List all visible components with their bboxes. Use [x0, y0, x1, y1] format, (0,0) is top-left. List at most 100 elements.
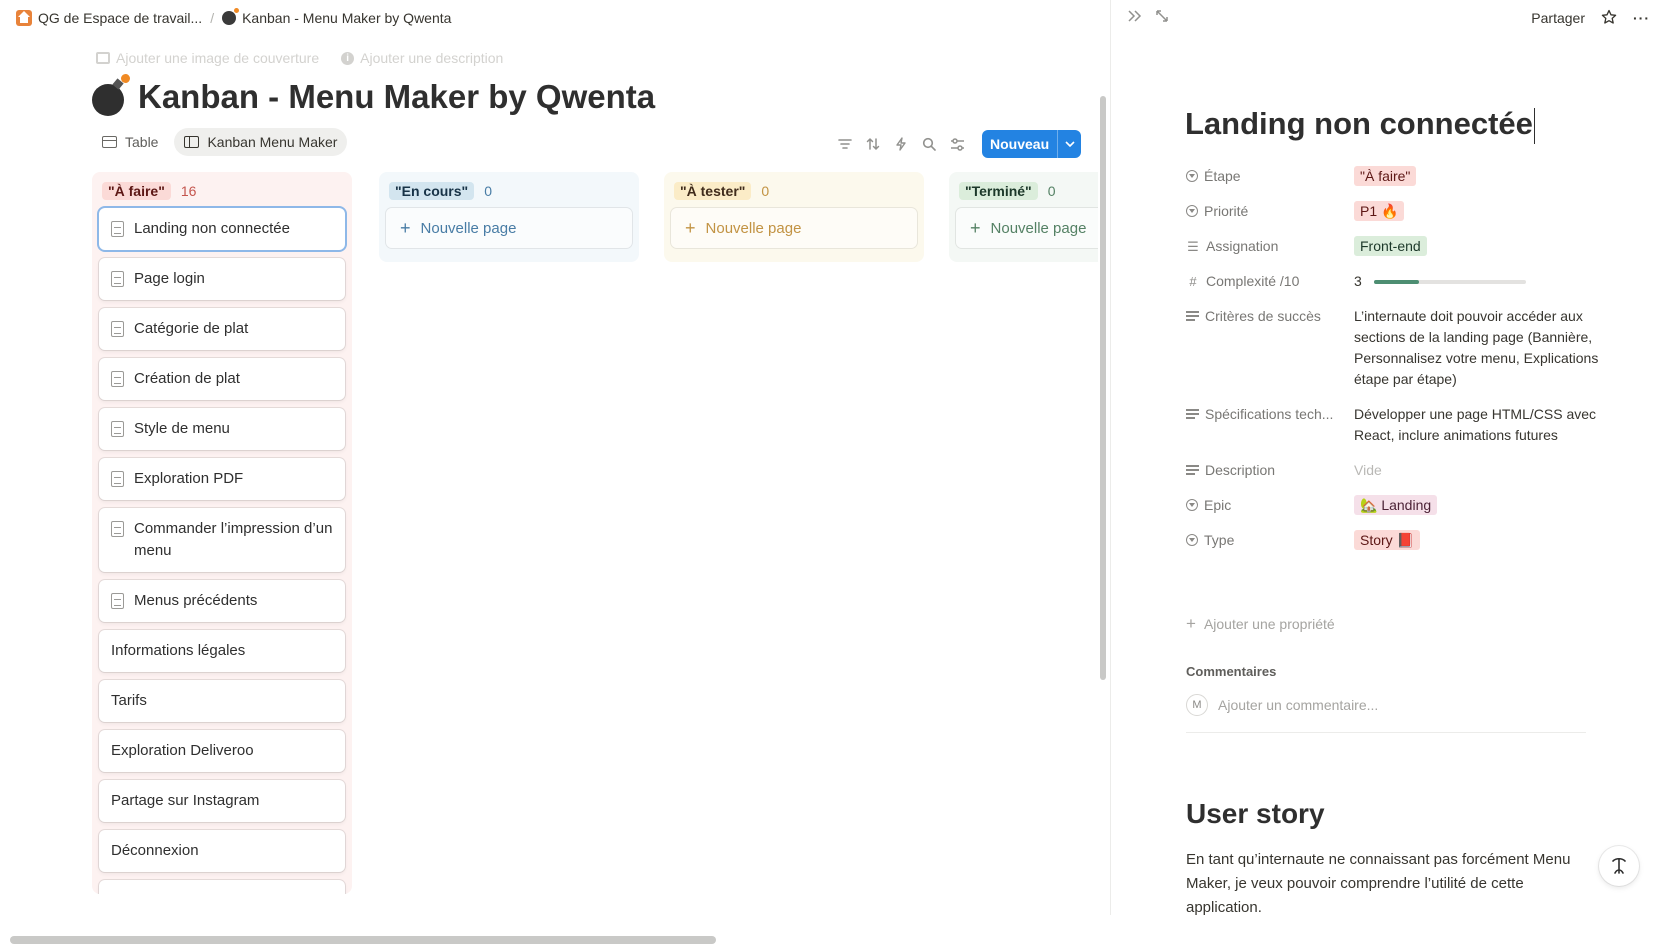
settings-icon[interactable] [948, 135, 966, 153]
kanban-card[interactable]: Partage sur Instagram [99, 780, 345, 822]
breadcrumb-workspace[interactable]: QG de Espace de travail... [10, 8, 208, 28]
property-value[interactable]: L’internaute doit pouvoir accéder aux se… [1354, 306, 1606, 390]
breadcrumb-page-label: Kanban - Menu Maker by Qwenta [242, 10, 452, 26]
kanban-card[interactable]: Exploration PDF [99, 458, 345, 500]
tab-table-label: Table [125, 134, 159, 150]
property-value: 3 [1354, 273, 1362, 289]
column-count: 0 [761, 183, 770, 199]
kanban-card[interactable]: Catégorie de plat [99, 308, 345, 350]
kanban-card-title: Création de plat [134, 370, 240, 387]
tab-kanban[interactable]: Kanban Menu Maker [174, 128, 348, 156]
column-a-faire: "À faire" 16 Landing non connectée Page l… [92, 172, 352, 894]
vertical-scroll-thumb[interactable] [1100, 96, 1106, 680]
property-complexite[interactable]: # Complexité /10 3 [1186, 271, 1606, 292]
property-value-empty[interactable]: Vide [1354, 460, 1606, 481]
property-etape[interactable]: Étape "À faire" [1186, 166, 1606, 187]
ai-assistant-icon[interactable] [1599, 846, 1639, 886]
star-icon[interactable] [1601, 9, 1617, 28]
new-button-label: Nouveau [990, 136, 1050, 152]
sort-icon[interactable] [864, 135, 882, 153]
automation-icon[interactable] [892, 135, 910, 153]
column-a-tester: "À tester" 0 + Nouvelle page [664, 172, 924, 262]
property-label: Complexité /10 [1206, 273, 1300, 289]
property-value-tag[interactable]: Front-end [1354, 236, 1427, 256]
property-epic[interactable]: Epic 🏡 Landing [1186, 495, 1606, 516]
tab-table[interactable]: Table [92, 128, 168, 156]
column-header[interactable]: "À faire" 16 [99, 180, 345, 202]
breadcrumb-page[interactable]: Kanban - Menu Maker by Qwenta [216, 8, 457, 28]
kanban-card[interactable]: Style de menu [99, 408, 345, 450]
image-icon [96, 52, 110, 64]
property-description[interactable]: Description Vide [1186, 460, 1606, 481]
property-value[interactable]: Développer une page HTML/CSS avec React,… [1354, 404, 1606, 446]
filter-icon[interactable] [836, 135, 854, 153]
page-title-row: Kanban - Menu Maker by Qwenta [92, 74, 655, 116]
new-page-label: Nouvelle page [705, 219, 802, 237]
kanban-card[interactable]: Page login [99, 258, 345, 300]
new-page-button[interactable]: + Nouvelle page [386, 208, 632, 248]
new-page-button[interactable]: + Nouvelle page [956, 208, 1098, 248]
kanban-card[interactable]: Tarifs [99, 680, 345, 722]
property-label: Spécifications tech... [1205, 406, 1334, 422]
column-header[interactable]: "À tester" 0 [671, 180, 917, 202]
kanban-card[interactable]: Création de plat [99, 358, 345, 400]
column-header[interactable]: "Terminé" 0 [956, 180, 1098, 202]
page-title[interactable]: Kanban - Menu Maker by Qwenta [138, 78, 655, 116]
add-cover-label: Ajouter une image de couverture [116, 50, 320, 66]
kanban-card[interactable]: Infos utilisateurs [99, 880, 345, 894]
table-icon [102, 136, 117, 148]
comment-input-row[interactable]: M Ajouter un commentaire... [1186, 694, 1586, 716]
add-description-button[interactable]: i Ajouter une description [341, 50, 503, 66]
expand-icon[interactable] [1155, 9, 1169, 28]
property-specs[interactable]: Spécifications tech... Développer une pa… [1186, 404, 1606, 446]
horizontal-scrollbar[interactable] [10, 936, 716, 944]
kanban-card-title: Exploration PDF [134, 470, 244, 487]
share-button[interactable]: Partager [1531, 10, 1585, 26]
new-page-label: Nouvelle page [420, 219, 517, 237]
kanban-board: "À faire" 16 Landing non connectée Page l… [0, 172, 1098, 894]
select-icon [1186, 499, 1198, 511]
search-icon[interactable] [920, 135, 938, 153]
plus-icon: + [970, 217, 981, 238]
property-value-tag[interactable]: "À faire" [1354, 166, 1417, 186]
add-description-label: Ajouter une description [360, 50, 504, 66]
add-property-button[interactable]: + Ajouter une propriété [1186, 614, 1335, 634]
property-value-tag[interactable]: 🏡 Landing [1354, 495, 1438, 515]
user-story-text[interactable]: En tant qu’internaute ne connaissant pas… [1186, 848, 1576, 920]
vertical-scrollbar[interactable] [1098, 92, 1108, 942]
kanban-card-title: Style de menu [134, 420, 230, 437]
property-priorite[interactable]: Priorité P1 🔥 [1186, 201, 1606, 222]
kanban-card[interactable]: Landing non connectée [99, 208, 345, 250]
property-value-tag[interactable]: Story 📕 [1354, 530, 1420, 550]
property-criteres[interactable]: Critères de succès L’internaute doit pou… [1186, 306, 1606, 390]
kanban-card-title: Menus précédents [134, 592, 258, 609]
property-assignation[interactable]: ☰ Assignation Front-end [1186, 236, 1606, 257]
new-page-button[interactable]: + Nouvelle page [671, 208, 917, 248]
kanban-card[interactable]: Déconnexion [99, 830, 345, 872]
comment-input[interactable]: Ajouter un commentaire... [1218, 697, 1378, 713]
tab-kanban-label: Kanban Menu Maker [207, 134, 338, 150]
close-peek-icon[interactable] [1127, 9, 1143, 28]
property-value-tag[interactable]: P1 🔥 [1354, 201, 1405, 221]
kanban-card[interactable]: Exploration Deliveroo [99, 730, 345, 772]
more-options-icon[interactable]: ··· [1633, 10, 1650, 26]
panel-page-title[interactable]: Landing non connectée [1185, 106, 1536, 144]
kanban-card[interactable]: Commander l’impression d’un menu [99, 508, 345, 572]
new-button[interactable]: Nouveau [982, 130, 1082, 158]
kanban-card[interactable]: Informations légales [99, 630, 345, 672]
kanban-card-title: Commander l’impression d’un menu [134, 520, 333, 559]
status-icon [1186, 170, 1198, 182]
user-story-heading[interactable]: User story [1186, 798, 1325, 830]
page-icon [111, 471, 124, 487]
property-type[interactable]: Type Story 📕 [1186, 530, 1606, 551]
chevron-down-icon[interactable] [1057, 130, 1081, 158]
column-header[interactable]: "En cours" 0 [386, 180, 632, 202]
text-cursor [1533, 107, 1536, 144]
add-cover-button[interactable]: Ajouter une image de couverture [96, 50, 319, 66]
property-label: Description [1205, 462, 1276, 478]
avatar: M [1186, 694, 1208, 716]
add-property-label: Ajouter une propriété [1203, 616, 1335, 632]
kanban-card[interactable]: Menus précédents [99, 580, 345, 622]
page-bomb-icon[interactable] [92, 74, 130, 116]
database-page: Ajouter une image de couverture i Ajoute… [0, 36, 1110, 944]
